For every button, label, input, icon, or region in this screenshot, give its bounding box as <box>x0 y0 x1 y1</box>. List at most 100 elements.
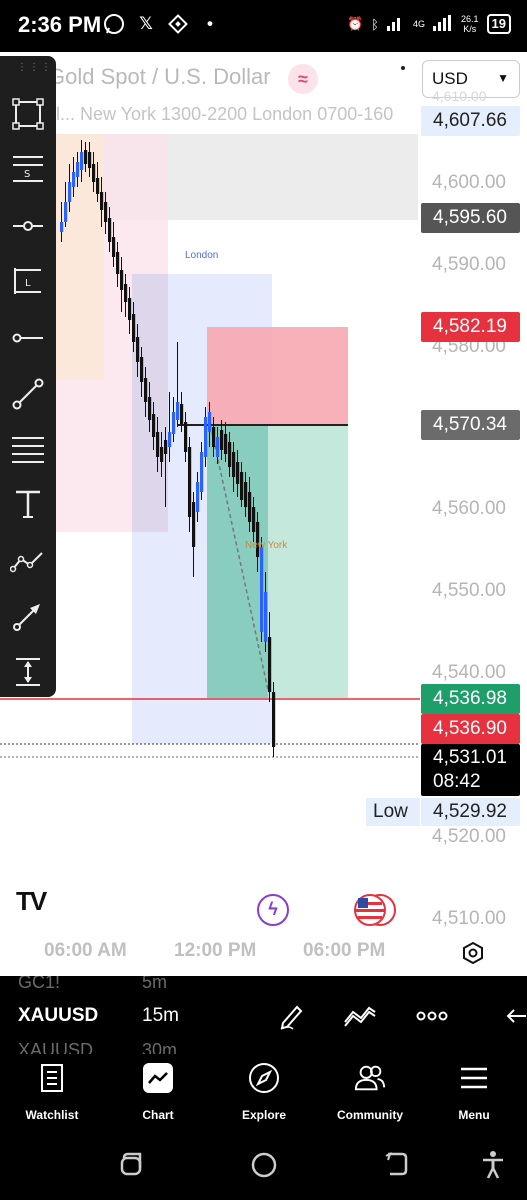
time-axis-label: 06:00 PM <box>303 940 386 961</box>
status-time: 2:36 PM <box>18 12 102 37</box>
recent-apps-icon[interactable] <box>118 1150 148 1180</box>
prev-symbol[interactable]: GC1! <box>18 976 60 993</box>
fib-settings-tool[interactable]: S <box>8 149 48 189</box>
nav-community[interactable]: Community <box>318 1062 422 1122</box>
long-position-tool[interactable]: L <box>8 261 48 301</box>
home-icon[interactable] <box>249 1150 279 1180</box>
drawing-pen-icon[interactable] <box>274 998 310 1034</box>
candle-body <box>88 152 92 168</box>
price-tag-ask: 4,536.90 <box>421 714 520 744</box>
candle-body <box>184 422 188 452</box>
candle-body <box>208 412 212 432</box>
price-axis-label: 4,560.00 <box>432 498 506 519</box>
alarm-icon: ⏰ <box>346 16 364 31</box>
candle-body <box>128 298 132 320</box>
candle-body <box>60 222 64 232</box>
bottom-navigation: Watchlist Chart Explore Community Menu <box>0 1054 527 1130</box>
price-axis-label: 4,510.00 <box>432 908 506 929</box>
nav-menu[interactable]: Menu <box>422 1062 526 1122</box>
price-tag-entry: 4,570.34 <box>421 410 520 440</box>
candle-body <box>228 442 232 467</box>
horizontal-ray-tool[interactable] <box>8 206 48 246</box>
flash-icon[interactable]: ϟ <box>257 894 289 926</box>
price-axis-label: 4,550.00 <box>432 580 506 601</box>
us-flag-icon[interactable] <box>352 892 396 928</box>
candle-body <box>164 440 168 454</box>
nav-label: Community <box>337 1108 403 1122</box>
candle-body <box>156 432 160 457</box>
next-symbol[interactable]: XAUUSD <box>18 1040 93 1054</box>
candle-body <box>120 270 124 290</box>
measure-tool[interactable] <box>8 652 48 692</box>
more-options-icon[interactable] <box>414 998 450 1034</box>
accessibility-icon[interactable] <box>480 1150 510 1180</box>
candle-body <box>260 547 264 632</box>
rectangle-tool[interactable] <box>8 94 48 134</box>
candle-body <box>180 404 184 424</box>
candle-body <box>216 437 220 457</box>
svg-text:L: L <box>25 278 31 289</box>
battery-indicator: 19 <box>486 14 511 34</box>
candle-body <box>232 452 236 477</box>
chart-area[interactable]: Gold Spot / U.S. Dollar ≈ l... New York … <box>0 52 527 976</box>
interval-selector[interactable]: 15m <box>142 1005 179 1027</box>
whatsapp-icon <box>102 12 126 36</box>
candle-body <box>72 172 76 187</box>
candle-body <box>160 447 164 462</box>
stop-loss-zone <box>207 327 348 426</box>
wave-icon[interactable]: ≈ <box>288 64 318 94</box>
candle-countdown: 08:42 <box>433 771 481 792</box>
price-axis-label: 4,520.00 <box>432 826 506 847</box>
trend-line-tool[interactable] <box>8 374 48 414</box>
text-tool[interactable] <box>8 484 48 524</box>
undo-icon[interactable] <box>498 998 527 1034</box>
session-indicator-legend[interactable]: l... New York 1300-2200 London 0700-160 <box>56 104 412 125</box>
x-icon: 𝕏 <box>139 14 153 33</box>
notification-icons: 𝕏 • <box>102 12 222 36</box>
network-speed: 26.1 K/s <box>461 14 479 34</box>
compass-icon <box>248 1062 280 1094</box>
price-tag-last: 4,531.01 08:42 <box>421 744 520 796</box>
chart-title: Gold Spot / U.S. Dollar <box>48 64 271 89</box>
new-york-session-label: New York <box>245 540 288 551</box>
candle-body <box>176 402 180 420</box>
candle-body <box>192 502 196 547</box>
price-tag-upper-level: 4,595.60 <box>421 203 520 233</box>
dot-icon: • <box>207 14 213 33</box>
candle-body <box>144 378 148 402</box>
price-tag-bid: 4,536.98 <box>421 684 520 714</box>
candle-body <box>108 218 112 242</box>
candle-body <box>264 592 268 642</box>
candle-body <box>96 178 100 194</box>
candle-body <box>112 237 116 257</box>
symbol-name[interactable]: XAUUSD <box>18 1005 98 1027</box>
time-axis-label: 12:00 PM <box>174 940 257 961</box>
nav-label: Chart <box>142 1108 174 1122</box>
horizontal-line-tool[interactable] <box>8 318 48 358</box>
candle-body <box>136 337 140 362</box>
binance-icon <box>166 12 190 36</box>
low-label: Low <box>366 798 420 826</box>
settings-icon[interactable] <box>461 941 485 965</box>
system-indicators: ⏰ ᛒ 4G 26.1 K/s 19 <box>347 14 511 34</box>
nav-label: Menu <box>458 1108 490 1122</box>
candle-body <box>172 412 176 434</box>
prev-interval[interactable]: 5m <box>142 976 167 993</box>
next-interval[interactable]: 30m <box>142 1040 177 1054</box>
price-tag-stop: 4,582.19 <box>421 312 520 342</box>
system-navigation-bar <box>0 1130 527 1200</box>
arrow-tool[interactable] <box>8 596 48 636</box>
back-icon[interactable] <box>382 1150 412 1180</box>
signal-icon <box>386 15 405 34</box>
candle-body <box>124 284 128 302</box>
indicators-icon[interactable] <box>342 998 378 1034</box>
signal-icon-2 <box>433 14 453 34</box>
path-tool[interactable] <box>8 541 48 581</box>
nav-watchlist[interactable]: Watchlist <box>0 1062 104 1122</box>
price-tag-low: 4,529.92 <box>421 798 520 826</box>
nav-explore[interactable]: Explore <box>212 1062 316 1122</box>
nav-chart[interactable]: Chart <box>106 1062 210 1122</box>
drag-handle[interactable]: ⋮⋮⋮ <box>17 62 53 73</box>
parallel-lines-tool[interactable] <box>8 430 48 470</box>
candle-body <box>248 492 252 522</box>
